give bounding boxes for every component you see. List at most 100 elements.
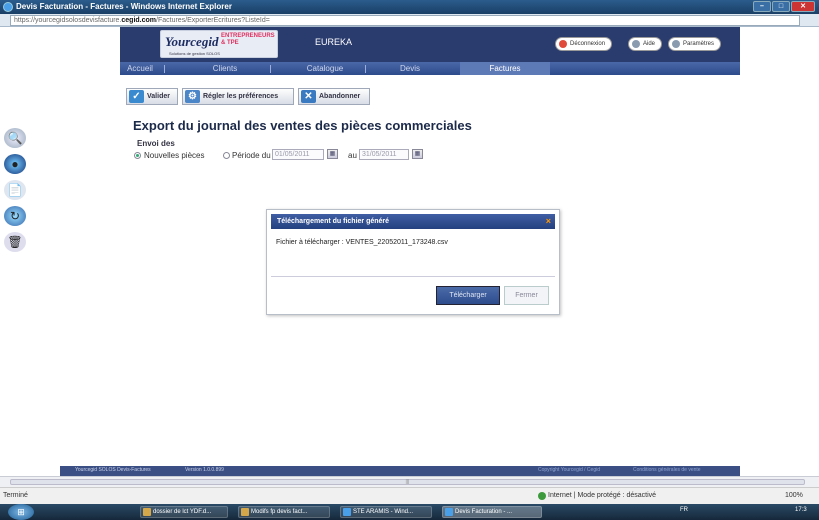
main-nav: Accueil Clients Catalogue Devis Factures <box>0 62 819 75</box>
nav-separator <box>365 65 366 73</box>
language-indicator[interactable]: FR <box>680 507 688 513</box>
maximize-button[interactable]: □ <box>772 1 790 12</box>
settings-button[interactable]: Paramètres <box>668 37 722 51</box>
logo-brand: Yourcegid <box>165 34 219 49</box>
window-titlebar: Devis Facturation - Factures - Windows I… <box>0 0 819 14</box>
validate-label: Valider <box>147 93 170 100</box>
taskbar-label: Devis Facturation - ... <box>455 509 513 515</box>
status-bar: Terminé Internet | Mode protégé : désact… <box>0 487 819 504</box>
gear-icon <box>672 40 680 48</box>
dialog-divider <box>271 276 555 277</box>
date-to-label: au <box>348 151 357 160</box>
globe-icon[interactable]: ● <box>4 154 26 174</box>
date-from-input[interactable]: 01/05/2011 <box>272 149 324 160</box>
taskbar-label: STE ARAMIS - Wind... <box>353 509 414 515</box>
status-text: Terminé <box>3 492 28 499</box>
nav-separator <box>164 65 165 73</box>
side-toolbar: 🔍 ● 📄 ↻ 🗑 <box>4 128 32 258</box>
logout-button[interactable]: Déconnexion <box>555 37 613 51</box>
dialog-close-button[interactable]: Fermer <box>504 286 549 305</box>
nav-separator <box>270 65 271 73</box>
folder-icon <box>241 508 249 516</box>
action-toolbar: ✓ Valider ⚙ Régler les préférences ✕ Abando… <box>120 88 520 106</box>
logout-label: Déconnexion <box>570 41 606 47</box>
download-dialog: Téléchargement du fichier généré × Fichi… <box>266 209 560 315</box>
taskbar-item-active[interactable]: Devis Facturation - ... <box>442 506 542 518</box>
page-title: Export du journal des ventes des pièces … <box>133 118 472 133</box>
internet-zone-icon <box>538 492 546 500</box>
taskbar-label: Modifs fp devis fact... <box>251 509 308 515</box>
url-field[interactable]: https://yourcegidsolosdevisfacture.cegid… <box>10 15 800 26</box>
help-button[interactable]: Aide <box>628 37 663 51</box>
footer-version: Version 1.0.0.899 <box>185 467 224 473</box>
power-icon <box>559 40 567 48</box>
app-footer: Yourcegid SOLOS Devis-Factures Version 1… <box>0 466 819 476</box>
calendar-icon[interactable]: ▦ <box>412 149 423 159</box>
footer-conditions-link[interactable]: Conditions générales de vente <box>633 467 701 473</box>
envoi-label: Envoi des <box>137 139 175 148</box>
tab-factures[interactable]: Factures <box>460 62 550 75</box>
footer-product: Yourcegid SOLOS Devis-Factures <box>75 467 151 473</box>
windows-taskbar: ⊞ dossier de lct YDF.d... Modifs fp devi… <box>0 504 819 520</box>
settings-label: Paramètres <box>683 41 715 47</box>
dialog-titlebar: Téléchargement du fichier généré × <box>271 214 555 229</box>
dialog-title: Téléchargement du fichier généré <box>277 218 390 225</box>
ie-icon <box>343 508 351 516</box>
start-button[interactable]: ⊞ <box>8 504 34 520</box>
clock[interactable]: 17:3 <box>795 507 807 513</box>
logo-sub: Solutions de gestion SOLOS <box>169 51 220 56</box>
folder-icon <box>143 508 151 516</box>
calendar-icon[interactable]: ▦ <box>327 149 338 159</box>
tab-accueil[interactable]: Accueil <box>120 62 160 75</box>
window-controls: – □ ✕ <box>753 1 815 12</box>
tab-catalogue[interactable]: Catalogue <box>295 62 355 75</box>
scrollbar-thumb[interactable]: ||| <box>10 479 805 485</box>
window-title: Devis Facturation - Factures - Windows I… <box>16 2 232 11</box>
zoom-level[interactable]: 100% <box>785 492 803 499</box>
url-path: /Factures/ExporterEcritures?ListeId= <box>156 17 270 24</box>
trash-icon[interactable]: 🗑 <box>4 232 26 252</box>
close-window-button[interactable]: ✕ <box>791 1 815 12</box>
ie-icon <box>445 508 453 516</box>
close-icon[interactable]: × <box>546 214 551 229</box>
preferences-button[interactable]: ⚙ Régler les préférences <box>182 88 294 105</box>
horizontal-scrollbar[interactable]: ||| <box>0 476 819 487</box>
app-name: EUREKA <box>315 37 353 47</box>
taskbar-item[interactable]: Modifs fp devis fact... <box>238 506 330 518</box>
ie-icon <box>3 2 13 12</box>
taskbar-label: dossier de lct YDF.d... <box>153 509 212 515</box>
new-pieces-label: Nouvelles pièces <box>144 151 205 160</box>
tab-clients[interactable]: Clients <box>200 62 250 75</box>
help-icon <box>632 40 640 48</box>
help-label: Aide <box>643 41 656 47</box>
radio-new-pieces[interactable] <box>134 152 141 159</box>
tab-devis[interactable]: Devis <box>385 62 435 75</box>
checkmark-icon: ✓ <box>129 90 144 103</box>
download-button[interactable]: Télécharger <box>436 286 500 305</box>
validate-button[interactable]: ✓ Valider <box>126 88 178 105</box>
minimize-button[interactable]: – <box>753 1 771 12</box>
header-bar: Yourcegid ENTREPRENEURS & TPE Solutions … <box>120 27 740 62</box>
url-prefix: https://yourcegidsolosdevisfacture. <box>14 17 122 24</box>
settings-icon: ⚙ <box>185 90 200 103</box>
footer-copyright[interactable]: Copyright Yourcegid / Cegid <box>538 467 600 473</box>
app-header: Yourcegid ENTREPRENEURS & TPE Solutions … <box>0 27 819 62</box>
taskbar-item[interactable]: STE ARAMIS - Wind... <box>340 506 432 518</box>
address-bar: https://yourcegidsolosdevisfacture.cegid… <box>0 14 819 27</box>
security-zone[interactable]: Internet | Mode protégé : désactivé <box>548 492 656 499</box>
refresh-icon[interactable]: ↻ <box>4 206 26 226</box>
date-to-input[interactable]: 31/05/2011 <box>359 149 409 160</box>
taskbar-item[interactable]: dossier de lct YDF.d... <box>140 506 228 518</box>
document-add-icon[interactable]: 📄 <box>4 180 26 200</box>
radio-period[interactable] <box>223 152 230 159</box>
search-icon[interactable]: 🔍 <box>4 128 26 148</box>
logo-tag: ENTREPRENEURS & TPE <box>221 33 275 46</box>
cancel-label: Abandonner <box>319 93 361 100</box>
cancel-button[interactable]: ✕ Abandonner <box>298 88 370 105</box>
period-label: Période du <box>232 151 271 160</box>
preferences-label: Régler les préférences <box>203 93 279 100</box>
yourcegid-logo[interactable]: Yourcegid ENTREPRENEURS & TPE Solutions … <box>160 30 278 58</box>
close-icon: ✕ <box>301 90 316 103</box>
file-to-download: Fichier à télécharger : VENTES_22052011_… <box>276 239 448 246</box>
url-domain: cegid.com <box>121 17 157 24</box>
